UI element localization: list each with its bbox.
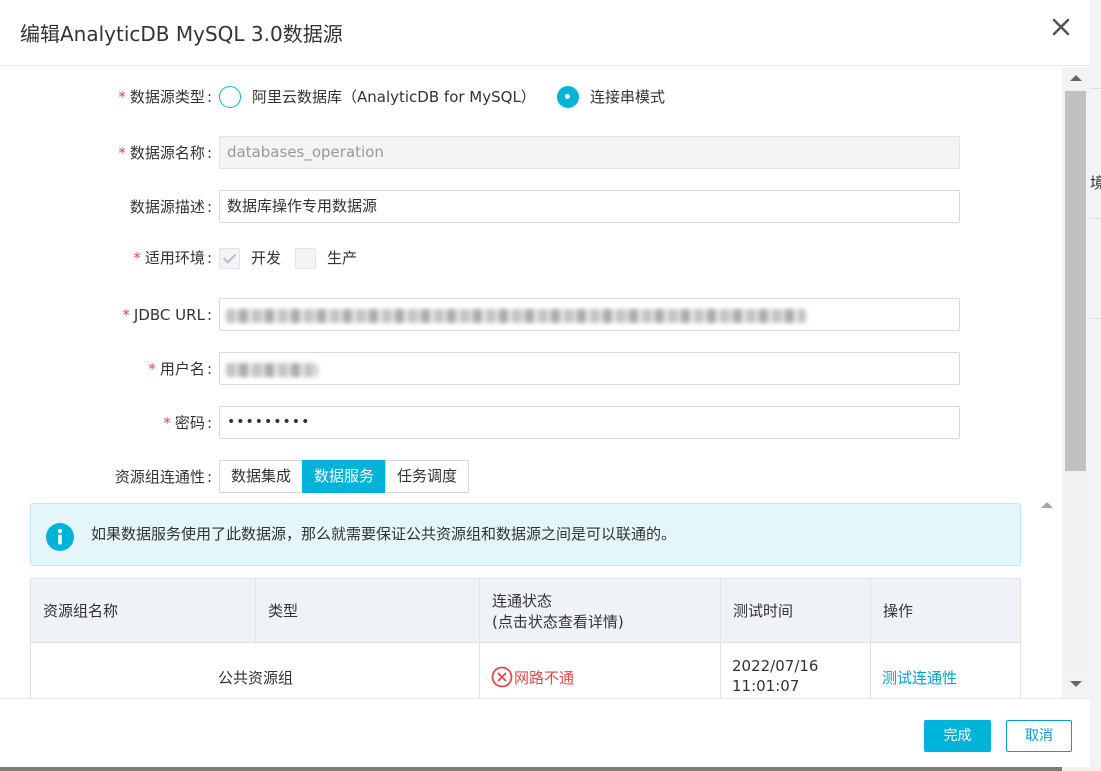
redacted-value (226, 363, 318, 377)
inner-scroll-up-arrow[interactable] (1041, 502, 1053, 508)
dialog-body: * 数据源类型: 阿里云数据库（AnalyticDB for MySQL） 连接串… (0, 67, 1062, 698)
cell-time: 2022/07/16 11:01:07 (721, 643, 871, 698)
username-row: * 用户名: (0, 352, 1062, 386)
password-row: * 密码: ••••••••• (0, 406, 1062, 440)
radio-connection-string[interactable] (557, 86, 579, 108)
connectivity-row: 资源组连通性: 数据集成 数据服务 任务调度 (0, 460, 1062, 494)
jdbc-url-input[interactable] (219, 298, 960, 331)
password-label: * 密码: (163, 414, 212, 432)
password-mask: ••••••••• (227, 414, 311, 430)
jdbc-url-row: * JDBC URL: (0, 298, 1062, 332)
close-icon[interactable] (1049, 15, 1073, 39)
scroll-down-arrow[interactable] (1070, 681, 1082, 687)
redacted-value (226, 309, 806, 323)
tab-task-scheduling[interactable]: 任务调度 (385, 460, 470, 493)
status-text[interactable]: 网路不通 (514, 667, 574, 688)
env-dev-checkbox[interactable] (219, 248, 240, 269)
datasource-description-row: 数据源描述: 数据库操作专用数据源 (0, 190, 1062, 224)
col-header-status: 连通状态 (点击状态查看详情) (480, 579, 721, 642)
cell-name: 公共资源组 (31, 643, 480, 698)
radio-alicloud-db-label[interactable]: 阿里云数据库（AnalyticDB for MySQL） (252, 80, 536, 114)
radio-alicloud-db[interactable] (219, 86, 241, 108)
datasource-name-input[interactable]: databases_operation (219, 136, 960, 169)
tab-data-service[interactable]: 数据服务 (302, 460, 387, 493)
username-input[interactable] (219, 352, 960, 385)
env-prod-checkbox[interactable] (295, 248, 316, 269)
dialog-header: 编辑AnalyticDB MySQL 3.0数据源 (0, 0, 1090, 66)
col-header-action: 操作 (883, 602, 914, 620)
cancel-button[interactable]: 取消 (1006, 720, 1072, 752)
cell-status[interactable]: 网路不通 (480, 643, 721, 698)
username-label: * 用户名: (148, 360, 212, 378)
info-icon (46, 523, 74, 551)
edit-datasource-dialog: 编辑AnalyticDB MySQL 3.0数据源 * 数据源类型: 阿里云数据库… (0, 0, 1090, 767)
scroll-up-arrow[interactable] (1070, 75, 1082, 81)
datasource-description-input[interactable]: 数据库操作专用数据源 (219, 190, 960, 223)
dialog-title: 编辑AnalyticDB MySQL 3.0数据源 (20, 22, 343, 46)
datasource-description-label: 数据源描述: (129, 198, 212, 216)
background-text: 境 (1090, 174, 1101, 192)
connectivity-label: 资源组连通性: (114, 468, 212, 486)
env-dev-label[interactable]: 开发 (251, 241, 281, 275)
info-notice: 如果数据服务使用了此数据源，那么就需要保证公共资源组和数据源之间是可以联通的。 (30, 503, 1021, 566)
col-header-time: 测试时间 (721, 579, 871, 642)
table-row: 公共资源组 网路不通 2022/07/16 11:01:07 测试连通性 (30, 643, 1021, 698)
connectivity-tabs: 数据集成 数据服务 任务调度 (219, 460, 470, 493)
tab-data-integration[interactable]: 数据集成 (219, 460, 304, 493)
col-header-name: 资源组名称 (31, 579, 256, 642)
dialog-footer: 完成 取消 (0, 698, 1090, 767)
check-icon (222, 250, 237, 264)
env-prod-label[interactable]: 生产 (327, 241, 357, 275)
jdbc-url-label: * JDBC URL: (122, 306, 212, 324)
datasource-type-label: * 数据源类型: (118, 88, 212, 106)
notice-text: 如果数据服务使用了此数据源，那么就需要保证公共资源组和数据源之间是可以联通的。 (91, 525, 677, 543)
vertical-scrollbar[interactable] (1062, 67, 1090, 698)
password-input[interactable]: ••••••••• (219, 406, 960, 439)
datasource-type-row: * 数据源类型: 阿里云数据库（AnalyticDB for MySQL） 连接串… (0, 80, 1062, 114)
col-header-type: 类型 (256, 579, 480, 642)
datasource-name-row: * 数据源名称: databases_operation (0, 136, 1062, 170)
environment-label: * 适用环境: (133, 249, 212, 267)
radio-connection-string-label[interactable]: 连接串模式 (590, 80, 665, 114)
scrollbar-thumb[interactable] (1065, 91, 1086, 471)
datasource-name-label: * 数据源名称: (118, 144, 212, 162)
environment-row: * 适用环境: 开发 生产 (0, 241, 1062, 275)
cell-action: 测试连通性 (871, 643, 1020, 698)
confirm-button[interactable]: 完成 (924, 720, 991, 752)
test-connectivity-link[interactable]: 测试连通性 (882, 667, 957, 688)
error-circle-icon (491, 666, 513, 688)
table-header: 资源组名称 类型 连通状态 (点击状态查看详情) 测试时间 操作 (30, 578, 1021, 643)
